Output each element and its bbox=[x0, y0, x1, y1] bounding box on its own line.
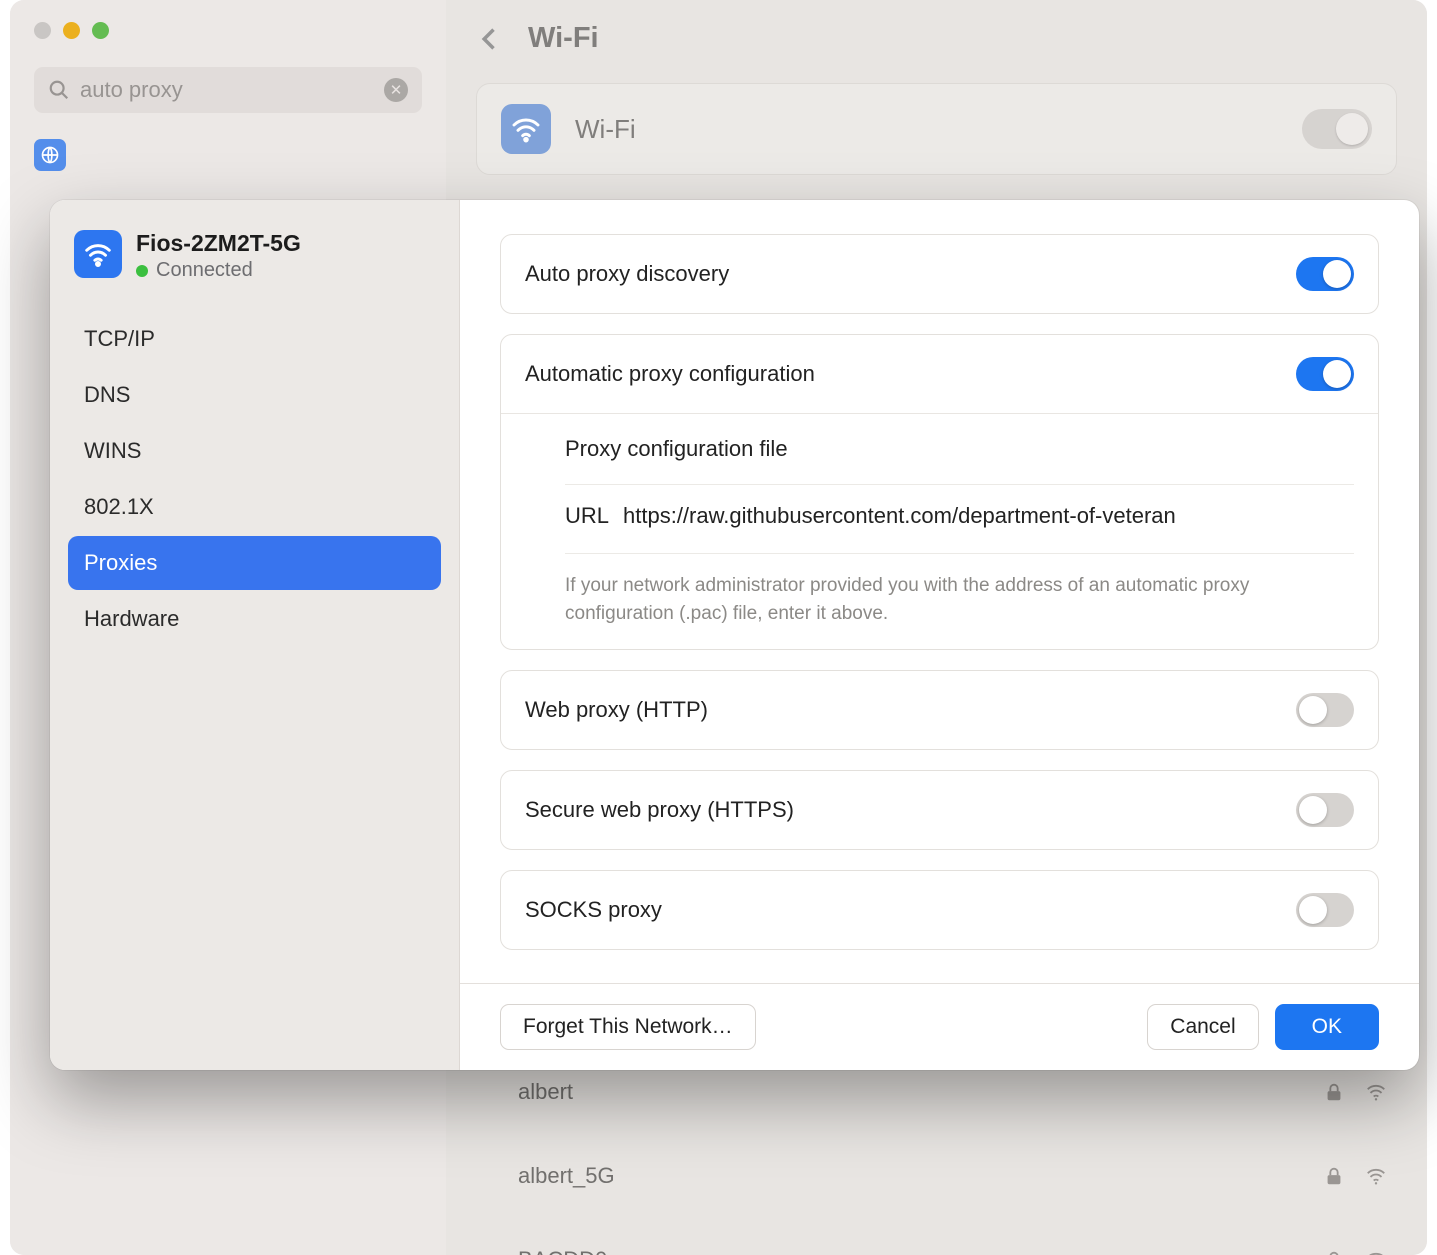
network-settings-sheet: Fios-2ZM2T-5G Connected TCP/IP DNS WINS … bbox=[50, 200, 1419, 1070]
cancel-button[interactable]: Cancel bbox=[1147, 1004, 1258, 1050]
socks-proxy-label: SOCKS proxy bbox=[525, 897, 1296, 923]
secure-web-proxy-card: Secure web proxy (HTTPS) bbox=[500, 770, 1379, 850]
network-name: Fios-2ZM2T-5G bbox=[136, 230, 301, 257]
ok-button[interactable]: OK bbox=[1275, 1004, 1379, 1050]
sheet-main: Auto proxy discovery Automatic proxy con… bbox=[460, 200, 1419, 1070]
pac-url-field[interactable]: https://raw.githubusercontent.com/depart… bbox=[623, 503, 1176, 529]
sidebar-item-tcpip[interactable]: TCP/IP bbox=[68, 312, 441, 366]
wifi-icon bbox=[74, 230, 122, 278]
socks-proxy-toggle[interactable] bbox=[1296, 893, 1354, 927]
sheet-footer: Forget This Network… Cancel OK bbox=[460, 983, 1419, 1070]
auto-proxy-discovery-label: Auto proxy discovery bbox=[525, 261, 1296, 287]
sidebar-item-proxies[interactable]: Proxies bbox=[68, 536, 441, 590]
pac-url-label: URL bbox=[565, 503, 609, 529]
forget-network-button[interactable]: Forget This Network… bbox=[500, 1004, 756, 1050]
automatic-proxy-config-card: Automatic proxy configuration Proxy conf… bbox=[500, 334, 1379, 650]
network-header: Fios-2ZM2T-5G Connected bbox=[68, 230, 441, 282]
automatic-proxy-config-label: Automatic proxy configuration bbox=[525, 361, 1296, 387]
auto-proxy-discovery-card: Auto proxy discovery bbox=[500, 234, 1379, 314]
automatic-proxy-config-toggle[interactable] bbox=[1296, 357, 1354, 391]
network-status: Connected bbox=[136, 259, 301, 282]
web-proxy-label: Web proxy (HTTP) bbox=[525, 697, 1296, 723]
sidebar-item-hardware[interactable]: Hardware bbox=[68, 592, 441, 646]
pac-section-title: Proxy configuration file bbox=[565, 414, 1354, 484]
sidebar-item-wins[interactable]: WINS bbox=[68, 424, 441, 478]
secure-web-proxy-toggle[interactable] bbox=[1296, 793, 1354, 827]
status-dot-icon bbox=[136, 265, 148, 277]
sheet-sidebar: Fios-2ZM2T-5G Connected TCP/IP DNS WINS … bbox=[50, 200, 460, 1070]
sidebar-item-dns[interactable]: DNS bbox=[68, 368, 441, 422]
secure-web-proxy-label: Secure web proxy (HTTPS) bbox=[525, 797, 1296, 823]
web-proxy-card: Web proxy (HTTP) bbox=[500, 670, 1379, 750]
auto-proxy-discovery-toggle[interactable] bbox=[1296, 257, 1354, 291]
socks-proxy-card: SOCKS proxy bbox=[500, 870, 1379, 950]
web-proxy-toggle[interactable] bbox=[1296, 693, 1354, 727]
pac-help-text: If your network administrator provided y… bbox=[565, 553, 1354, 627]
sidebar-item-8021x[interactable]: 802.1X bbox=[68, 480, 441, 534]
status-text: Connected bbox=[156, 259, 253, 282]
